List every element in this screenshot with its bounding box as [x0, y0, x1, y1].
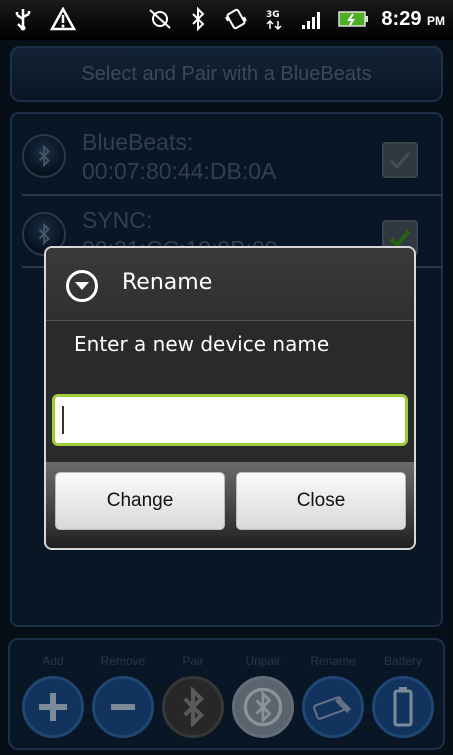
dialog-title: Rename: [122, 270, 213, 295]
vibrate-icon: [223, 6, 249, 32]
dialog-message: Enter a new device name: [74, 332, 330, 356]
close-button[interactable]: Close: [236, 472, 406, 530]
status-bar: 3G 8:29 PM: [0, 0, 453, 40]
dialog-button-bar: Change Close: [46, 462, 414, 548]
rename-dialog: Rename Enter a new device name Change Cl…: [44, 246, 416, 550]
battery-charging-icon: [337, 6, 369, 32]
bluetooth-icon: [185, 6, 211, 32]
clock: 8:29 PM: [381, 7, 445, 30]
dialog-chevron-icon: [66, 270, 98, 302]
text-caret: [62, 406, 64, 434]
change-button[interactable]: Change: [55, 472, 225, 530]
warning-icon: [50, 6, 76, 32]
device-name-input[interactable]: [52, 394, 408, 446]
sync-icon: [147, 6, 173, 32]
svg-text:3G: 3G: [266, 10, 280, 20]
signal-icon: [299, 6, 325, 32]
network-3g-icon: 3G: [261, 6, 287, 32]
usb-icon: [10, 6, 36, 32]
dialog-header: Rename: [46, 248, 414, 321]
